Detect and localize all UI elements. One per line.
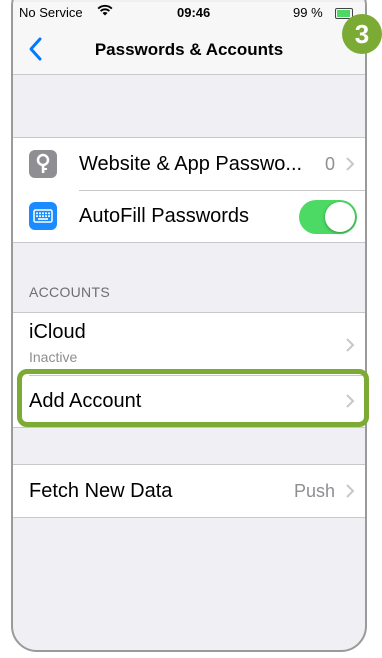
autofill-passwords-row: AutoFill Passwords <box>13 190 365 242</box>
chevron-right-icon <box>345 393 355 409</box>
toggle-knob <box>325 202 355 232</box>
website-app-passwords-row[interactable]: Website & App Passwo... 0 <box>13 138 365 190</box>
navigation-bar: Passwords & Accounts <box>13 24 365 75</box>
status-bar: No Service 09:46 99 % <box>13 2 365 24</box>
battery-percent: 99 % <box>293 5 323 20</box>
clock: 09:46 <box>177 5 211 20</box>
carrier-label: No Service <box>19 5 83 20</box>
add-account-label: Add Account <box>29 390 142 412</box>
keyboard-icon <box>29 202 57 230</box>
page-title: Passwords & Accounts <box>94 40 284 59</box>
accounts-group: iCloud Inactive Add Account <box>13 312 365 428</box>
key-icon <box>29 150 57 178</box>
fetch-value: Push <box>293 481 335 501</box>
add-account-row[interactable]: Add Account <box>13 375 365 427</box>
chevron-right-icon <box>345 156 355 172</box>
icloud-row[interactable]: iCloud Inactive <box>13 313 365 375</box>
autofill-passwords-label: AutoFill Passwords <box>79 205 250 227</box>
autofill-toggle[interactable] <box>299 200 357 234</box>
wifi-icon <box>97 3 113 20</box>
fetch-new-data-row[interactable]: Fetch New Data Push <box>13 465 365 517</box>
icloud-label: iCloud <box>29 321 86 343</box>
website-app-passwords-label: Website & App Passwo... <box>79 153 303 175</box>
passwords-count: 0 <box>324 154 335 174</box>
chevron-right-icon <box>345 337 355 353</box>
icloud-status: Inactive <box>29 349 78 365</box>
accounts-section-header: ACCOUNTS <box>29 284 110 300</box>
chevron-right-icon <box>345 483 355 499</box>
phone-screen: No Service 09:46 99 % Passwords & Accoun… <box>11 0 367 652</box>
step-number-badge: 3 <box>342 14 382 54</box>
passwords-group: Website & App Passwo... 0 AutoFill Passw… <box>13 137 365 243</box>
fetch-new-data-label: Fetch New Data <box>29 480 173 502</box>
fetch-group: Fetch New Data Push <box>13 464 365 518</box>
